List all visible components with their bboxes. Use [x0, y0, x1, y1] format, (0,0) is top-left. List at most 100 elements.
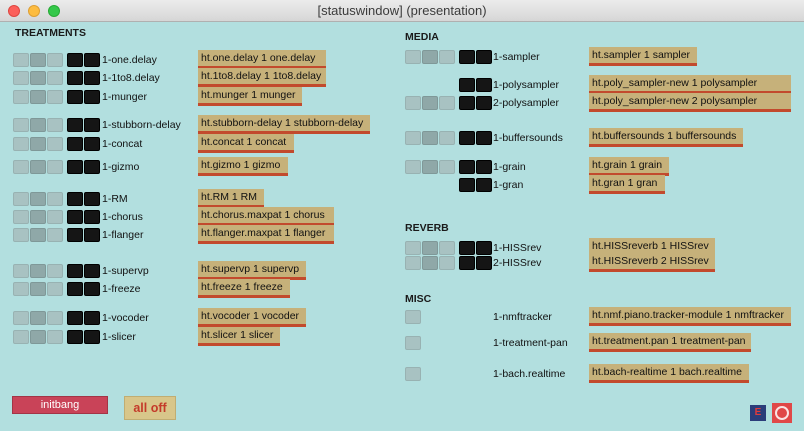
module-toggle-active[interactable] — [67, 192, 83, 206]
module-toggle[interactable] — [439, 241, 455, 255]
module-toggle[interactable] — [47, 264, 63, 278]
module-toggle[interactable] — [30, 90, 46, 104]
module-toggle[interactable] — [47, 210, 63, 224]
module-toggle-active[interactable] — [84, 192, 100, 206]
module-toggle[interactable] — [47, 71, 63, 85]
module-toggle-active[interactable] — [67, 137, 83, 151]
module-toggle[interactable] — [422, 131, 438, 145]
module-toggle[interactable] — [47, 228, 63, 242]
module-toggle-active[interactable] — [67, 228, 83, 242]
module-toggle[interactable] — [47, 118, 63, 132]
module-toggle[interactable] — [405, 367, 421, 381]
module-toggle-active[interactable] — [84, 137, 100, 151]
module-toggle[interactable] — [422, 160, 438, 174]
module-toggle[interactable] — [30, 53, 46, 67]
module-toggle[interactable] — [439, 50, 455, 64]
module-toggle-active[interactable] — [67, 330, 83, 344]
module-toggle-active[interactable] — [84, 311, 100, 325]
editor-icon[interactable]: E — [750, 405, 766, 421]
module-toggle[interactable] — [30, 137, 46, 151]
module-toggle[interactable] — [439, 160, 455, 174]
module-toggle[interactable] — [439, 256, 455, 270]
treatments-message-box[interactable]: ht.1to8.delay 1 1to8.delay — [198, 68, 326, 87]
module-toggle-active[interactable] — [67, 53, 83, 67]
module-toggle-active[interactable] — [67, 264, 83, 278]
treatments-message-box[interactable]: ht.munger 1 munger — [198, 87, 302, 106]
module-toggle[interactable] — [13, 228, 29, 242]
media-message-box[interactable]: ht.poly_sampler-new 2 polysampler — [589, 93, 791, 112]
module-toggle-active[interactable] — [459, 178, 475, 192]
media-message-box[interactable]: ht.poly_sampler-new 1 polysampler — [589, 75, 791, 94]
module-toggle-active[interactable] — [67, 90, 83, 104]
module-toggle[interactable] — [47, 282, 63, 296]
module-toggle-active[interactable] — [84, 228, 100, 242]
module-toggle[interactable] — [30, 264, 46, 278]
module-toggle-active[interactable] — [67, 118, 83, 132]
misc-message-box[interactable]: ht.nmf.piano.tracker-module 1 nmftracker — [589, 307, 791, 326]
module-toggle[interactable] — [422, 241, 438, 255]
treatments-message-box[interactable]: ht.one.delay 1 one.delay — [198, 50, 326, 69]
module-toggle-active[interactable] — [476, 241, 492, 255]
module-toggle-active[interactable] — [84, 210, 100, 224]
treatments-message-box[interactable]: ht.freeze 1 freeze — [198, 279, 290, 298]
module-toggle-active[interactable] — [476, 256, 492, 270]
treatments-message-box[interactable]: ht.supervp 1 supervp — [198, 261, 306, 280]
module-toggle-active[interactable] — [459, 256, 475, 270]
module-toggle-active[interactable] — [476, 78, 492, 92]
module-toggle[interactable] — [422, 50, 438, 64]
module-toggle[interactable] — [47, 311, 63, 325]
media-message-box[interactable]: ht.grain 1 grain — [589, 157, 669, 176]
module-toggle[interactable] — [13, 71, 29, 85]
module-toggle[interactable] — [30, 210, 46, 224]
module-toggle[interactable] — [30, 192, 46, 206]
module-toggle[interactable] — [47, 137, 63, 151]
module-toggle[interactable] — [13, 53, 29, 67]
module-toggle[interactable] — [30, 311, 46, 325]
module-toggle[interactable] — [405, 336, 421, 350]
treatments-message-box[interactable]: ht.chorus.maxpat 1 chorus — [198, 207, 334, 226]
module-toggle[interactable] — [439, 96, 455, 110]
module-toggle[interactable] — [13, 137, 29, 151]
module-toggle[interactable] — [13, 330, 29, 344]
media-message-box[interactable]: ht.sampler 1 sampler — [589, 47, 697, 66]
module-toggle[interactable] — [405, 160, 421, 174]
module-toggle[interactable] — [405, 131, 421, 145]
module-toggle-active[interactable] — [459, 241, 475, 255]
module-toggle[interactable] — [13, 264, 29, 278]
module-toggle[interactable] — [422, 96, 438, 110]
treatments-message-box[interactable]: ht.RM 1 RM — [198, 189, 264, 208]
module-toggle[interactable] — [13, 282, 29, 296]
module-toggle-active[interactable] — [459, 96, 475, 110]
reverb-message-box[interactable]: ht.HISSreverb 2 HISSrev — [589, 253, 715, 272]
treatments-message-box[interactable]: ht.stubborn-delay 1 stubborn-delay — [198, 115, 370, 134]
module-toggle-active[interactable] — [84, 282, 100, 296]
module-toggle[interactable] — [405, 96, 421, 110]
module-toggle-active[interactable] — [67, 282, 83, 296]
module-toggle[interactable] — [405, 256, 421, 270]
module-toggle[interactable] — [422, 256, 438, 270]
module-toggle-active[interactable] — [67, 160, 83, 174]
record-icon[interactable] — [772, 403, 792, 423]
module-toggle-active[interactable] — [476, 160, 492, 174]
module-toggle-active[interactable] — [84, 53, 100, 67]
module-toggle-active[interactable] — [67, 71, 83, 85]
module-toggle[interactable] — [30, 71, 46, 85]
media-message-box[interactable]: ht.buffersounds 1 buffersounds — [589, 128, 743, 147]
module-toggle-active[interactable] — [459, 131, 475, 145]
treatments-message-box[interactable]: ht.slicer 1 slicer — [198, 327, 280, 346]
module-toggle[interactable] — [47, 192, 63, 206]
media-message-box[interactable]: ht.gran 1 gran — [589, 175, 665, 194]
module-toggle[interactable] — [47, 53, 63, 67]
module-toggle[interactable] — [13, 90, 29, 104]
module-toggle-active[interactable] — [84, 71, 100, 85]
initbang-button[interactable]: initbang — [12, 396, 108, 414]
module-toggle-active[interactable] — [67, 210, 83, 224]
treatments-message-box[interactable]: ht.concat 1 concat — [198, 134, 294, 153]
module-toggle[interactable] — [30, 118, 46, 132]
module-toggle[interactable] — [405, 310, 421, 324]
all-off-button[interactable]: all off — [124, 396, 176, 420]
module-toggle[interactable] — [30, 282, 46, 296]
module-toggle[interactable] — [13, 118, 29, 132]
module-toggle-active[interactable] — [84, 160, 100, 174]
module-toggle-active[interactable] — [476, 50, 492, 64]
